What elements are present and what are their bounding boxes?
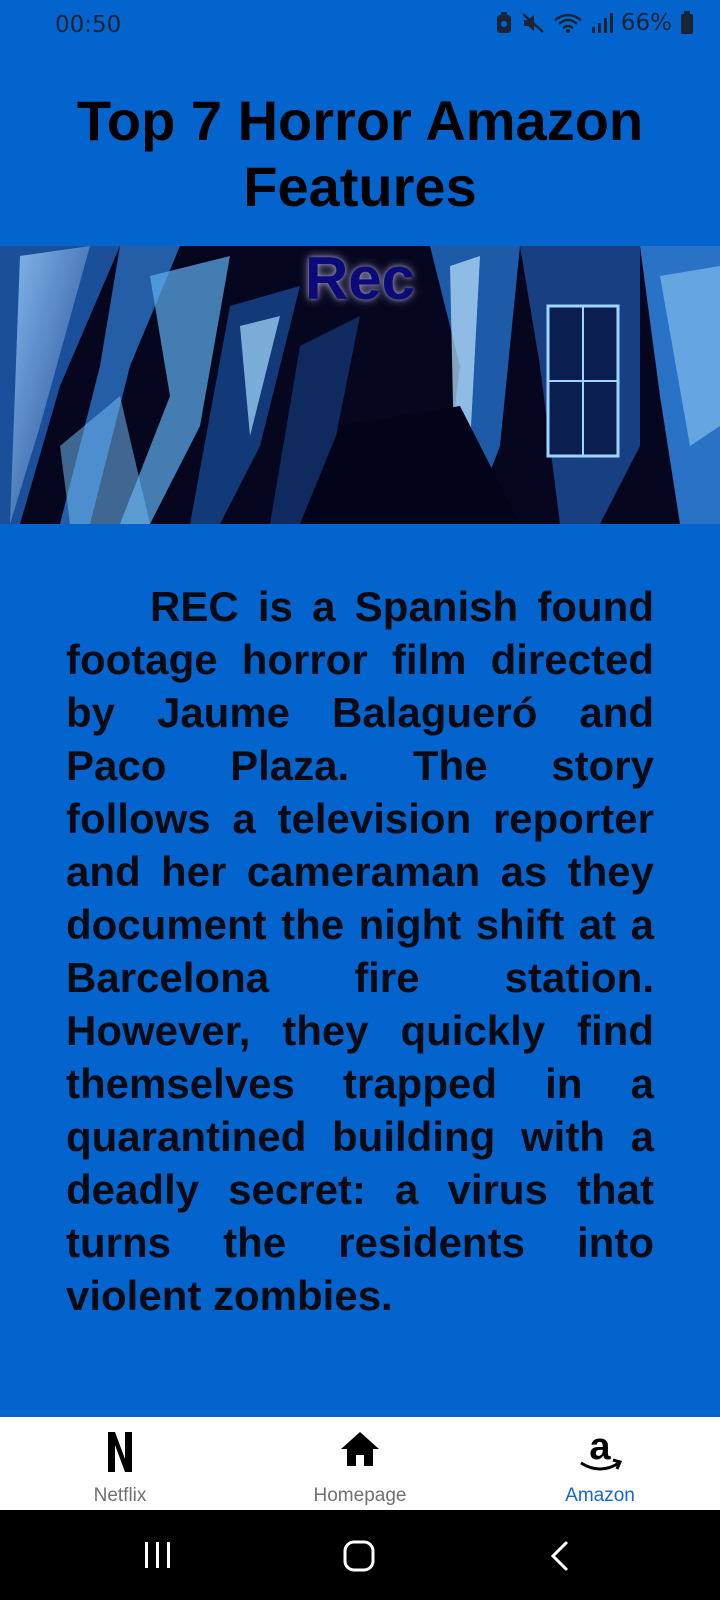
status-time: 00:50 [55,12,122,38]
nav-label-amazon: Amazon [565,1485,635,1506]
recent-apps-icon[interactable] [143,1540,173,1575]
back-icon[interactable] [550,1540,570,1577]
amazon-icon: a [577,1426,623,1480]
nav-label-netflix: Netflix [93,1485,147,1506]
feature-description: REC is a Spanish found footage horror fi… [66,583,654,1319]
nav-item-netflix[interactable]: Netflix [0,1417,240,1510]
status-bar: 00:50 66% [0,0,720,52]
nav-label-homepage: Homepage [313,1485,407,1506]
battery-icon [680,11,694,35]
wifi-icon [553,12,583,34]
home-button-icon[interactable] [343,1540,375,1577]
bottom-navigation: Netflix Homepage a Amazon [0,1417,720,1510]
home-icon [340,1431,380,1472]
system-navigation-bar [0,1510,720,1600]
battery-saver-icon [495,12,513,34]
mute-icon [521,12,545,34]
nav-item-homepage[interactable]: Homepage [240,1417,480,1510]
signal-icon [591,12,613,34]
status-icons: 66% [495,10,694,36]
battery-percentage: 66% [620,10,672,36]
feature-hero-image: Rec [0,246,720,524]
feature-title: Rec [304,246,416,312]
netflix-icon [107,1431,133,1478]
svg-text:a: a [589,1431,611,1468]
nav-item-amazon[interactable]: a Amazon [480,1417,720,1510]
page-title: Top 7 Horror Amazon Features [76,89,644,218]
